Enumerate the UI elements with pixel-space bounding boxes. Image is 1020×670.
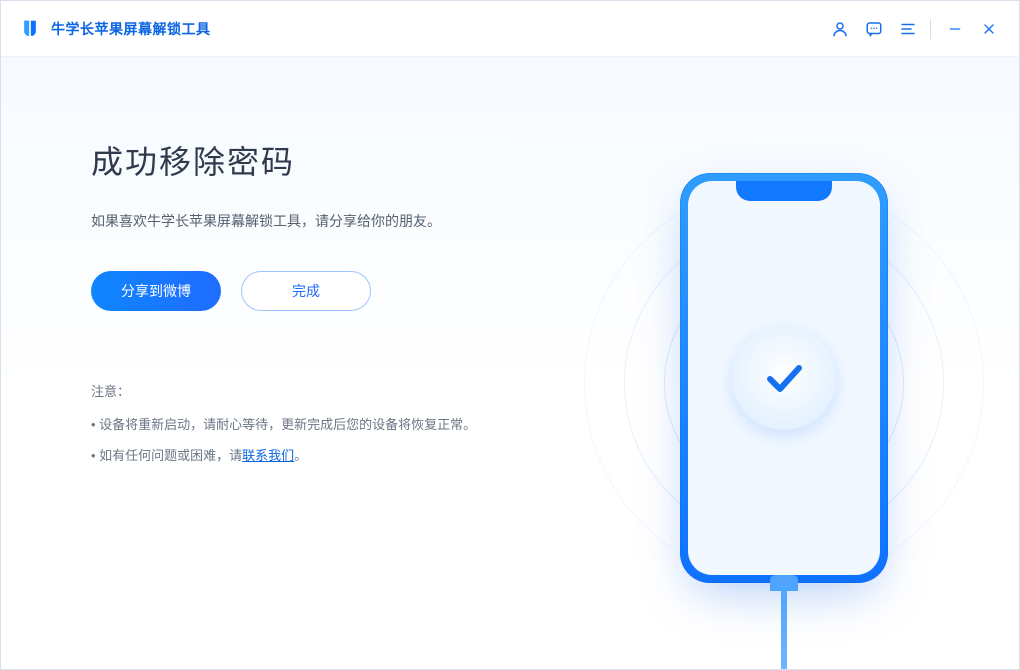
user-icon[interactable] bbox=[824, 13, 856, 45]
phone-body bbox=[680, 173, 888, 583]
cable-plug bbox=[770, 575, 798, 591]
note-2-suffix: 。 bbox=[294, 448, 307, 463]
page-subtext: 如果喜欢牛学长苹果屏幕解锁工具，请分享给你的朋友。 bbox=[91, 211, 1019, 231]
titlebar: 牛学长苹果屏幕解锁工具 bbox=[1, 1, 1019, 57]
app-logo-icon bbox=[19, 18, 41, 40]
contact-us-link[interactable]: 联系我们 bbox=[242, 448, 294, 463]
feedback-icon[interactable] bbox=[858, 13, 890, 45]
minimize-button[interactable] bbox=[939, 13, 971, 45]
menu-icon[interactable] bbox=[892, 13, 924, 45]
share-weibo-button[interactable]: 分享到微博 bbox=[91, 271, 221, 311]
note-2-prefix: • 如有任何问题或困难，请 bbox=[91, 448, 242, 463]
app-title: 牛学长苹果屏幕解锁工具 bbox=[51, 19, 211, 39]
note-line-1: • 设备将重新启动，请耐心等待，更新完成后您的设备将恢复正常。 bbox=[91, 414, 1019, 433]
content-area: 成功移除密码 如果喜欢牛学长苹果屏幕解锁工具，请分享给你的朋友。 分享到微博 完… bbox=[1, 57, 1019, 669]
phone-screen bbox=[688, 181, 880, 575]
titlebar-separator bbox=[930, 19, 931, 39]
notes-title: 注意： bbox=[91, 381, 1019, 400]
phone-notch bbox=[736, 181, 832, 201]
close-button[interactable] bbox=[973, 13, 1005, 45]
done-button[interactable]: 完成 bbox=[241, 271, 371, 311]
cable bbox=[781, 585, 787, 669]
button-row: 分享到微博 完成 bbox=[91, 271, 1019, 311]
page-heading: 成功移除密码 bbox=[91, 137, 1019, 183]
note-line-2: • 如有任何问题或困难，请联系我们。 bbox=[91, 445, 1019, 464]
